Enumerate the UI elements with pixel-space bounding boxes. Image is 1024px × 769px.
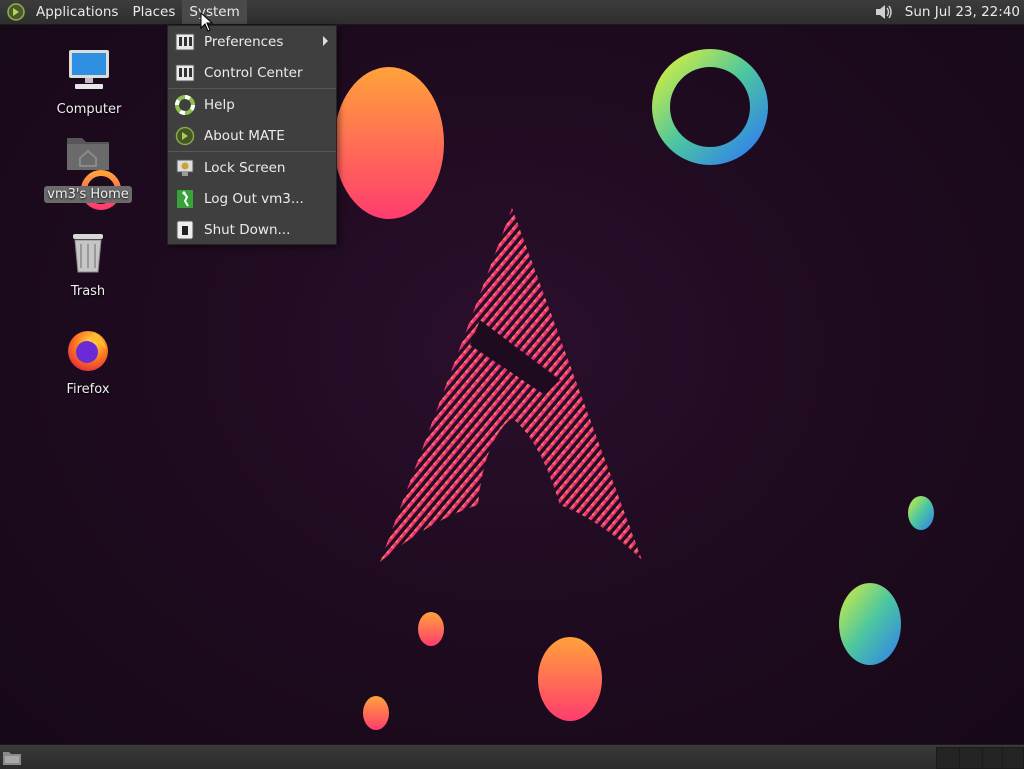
menu-item-label: Control Center — [204, 65, 303, 81]
system-tray: Sun Jul 23, 22:40 — [873, 0, 1024, 24]
menu-item-log-out[interactable]: Log Out vm3... — [168, 184, 336, 214]
desktop-icon-label: Trash — [70, 284, 106, 299]
menu-item-label: About MATE — [204, 128, 285, 144]
menu-separator — [168, 151, 336, 152]
menu-item-help[interactable]: Help — [168, 90, 336, 120]
submenu-arrow-icon — [323, 36, 328, 46]
wallpaper — [81, 49, 934, 730]
menu-item-label: Log Out vm3... — [204, 191, 304, 207]
volume-icon[interactable] — [873, 1, 895, 23]
bottom-panel — [0, 744, 1024, 769]
top-panel: Applications Places System Sun Jul 23, 2… — [0, 0, 1024, 25]
workspace-4[interactable] — [1002, 747, 1024, 769]
preferences-icon — [175, 33, 195, 51]
menu-separator — [168, 88, 336, 89]
about-icon — [175, 126, 195, 146]
menu-item-lock-screen[interactable]: Lock Screen — [168, 153, 336, 183]
desktop-icon-trash[interactable]: Trash — [43, 228, 133, 299]
green-bubble — [839, 583, 901, 665]
applications-menu[interactable]: Applications — [29, 0, 125, 24]
mate-logo-icon[interactable] — [7, 3, 25, 21]
desktop-icon-home[interactable]: vm3's Home — [43, 128, 133, 203]
orange-bubble — [363, 696, 389, 730]
menu-item-label: Help — [204, 97, 235, 113]
shutdown-icon — [176, 220, 194, 240]
menu-item-about-mate[interactable]: About MATE — [168, 121, 336, 151]
help-icon — [175, 95, 195, 115]
gradient-ring — [652, 49, 768, 165]
menu-item-control-center[interactable]: Control Center — [168, 58, 336, 88]
trash-icon — [73, 234, 103, 273]
desktop-icon-computer[interactable]: Computer — [44, 46, 134, 117]
green-bubble — [908, 496, 934, 530]
desktop-icon-firefox[interactable]: Firefox — [43, 326, 133, 397]
firefox-icon — [68, 331, 108, 371]
desktop-icon-label: Computer — [56, 102, 122, 117]
menu-item-shut-down[interactable]: Shut Down... — [168, 215, 336, 245]
orange-bubble — [418, 612, 444, 646]
desktop-icon-label-wrap: vm3's Home — [43, 182, 133, 203]
logout-icon — [177, 190, 193, 208]
show-desktop-icon[interactable] — [2, 748, 22, 766]
clock[interactable]: Sun Jul 23, 22:40 — [899, 4, 1024, 20]
lock-screen-icon — [176, 159, 194, 176]
system-dropdown-menu: Preferences Control Center Help About MA… — [167, 25, 337, 245]
workspace-2[interactable] — [959, 747, 983, 769]
orange-bubble — [334, 67, 444, 219]
menu-item-label: Lock Screen — [204, 160, 286, 176]
menu-item-label: Preferences — [204, 34, 284, 50]
arch-logo — [380, 208, 642, 562]
menu-item-preferences[interactable]: Preferences — [168, 27, 336, 57]
system-menu[interactable]: System — [182, 0, 247, 24]
workspace-1[interactable] — [936, 747, 960, 769]
places-menu[interactable]: Places — [125, 0, 182, 24]
desktop-icon-label: Firefox — [66, 382, 110, 397]
mouse-cursor-icon — [200, 12, 214, 32]
computer-icon — [69, 50, 109, 89]
control-center-icon — [175, 64, 195, 82]
home-folder-icon — [67, 138, 109, 170]
menu-item-label: Shut Down... — [204, 222, 291, 238]
desktop-icon-label: vm3's Home — [44, 186, 132, 203]
orange-bubble — [538, 637, 602, 721]
